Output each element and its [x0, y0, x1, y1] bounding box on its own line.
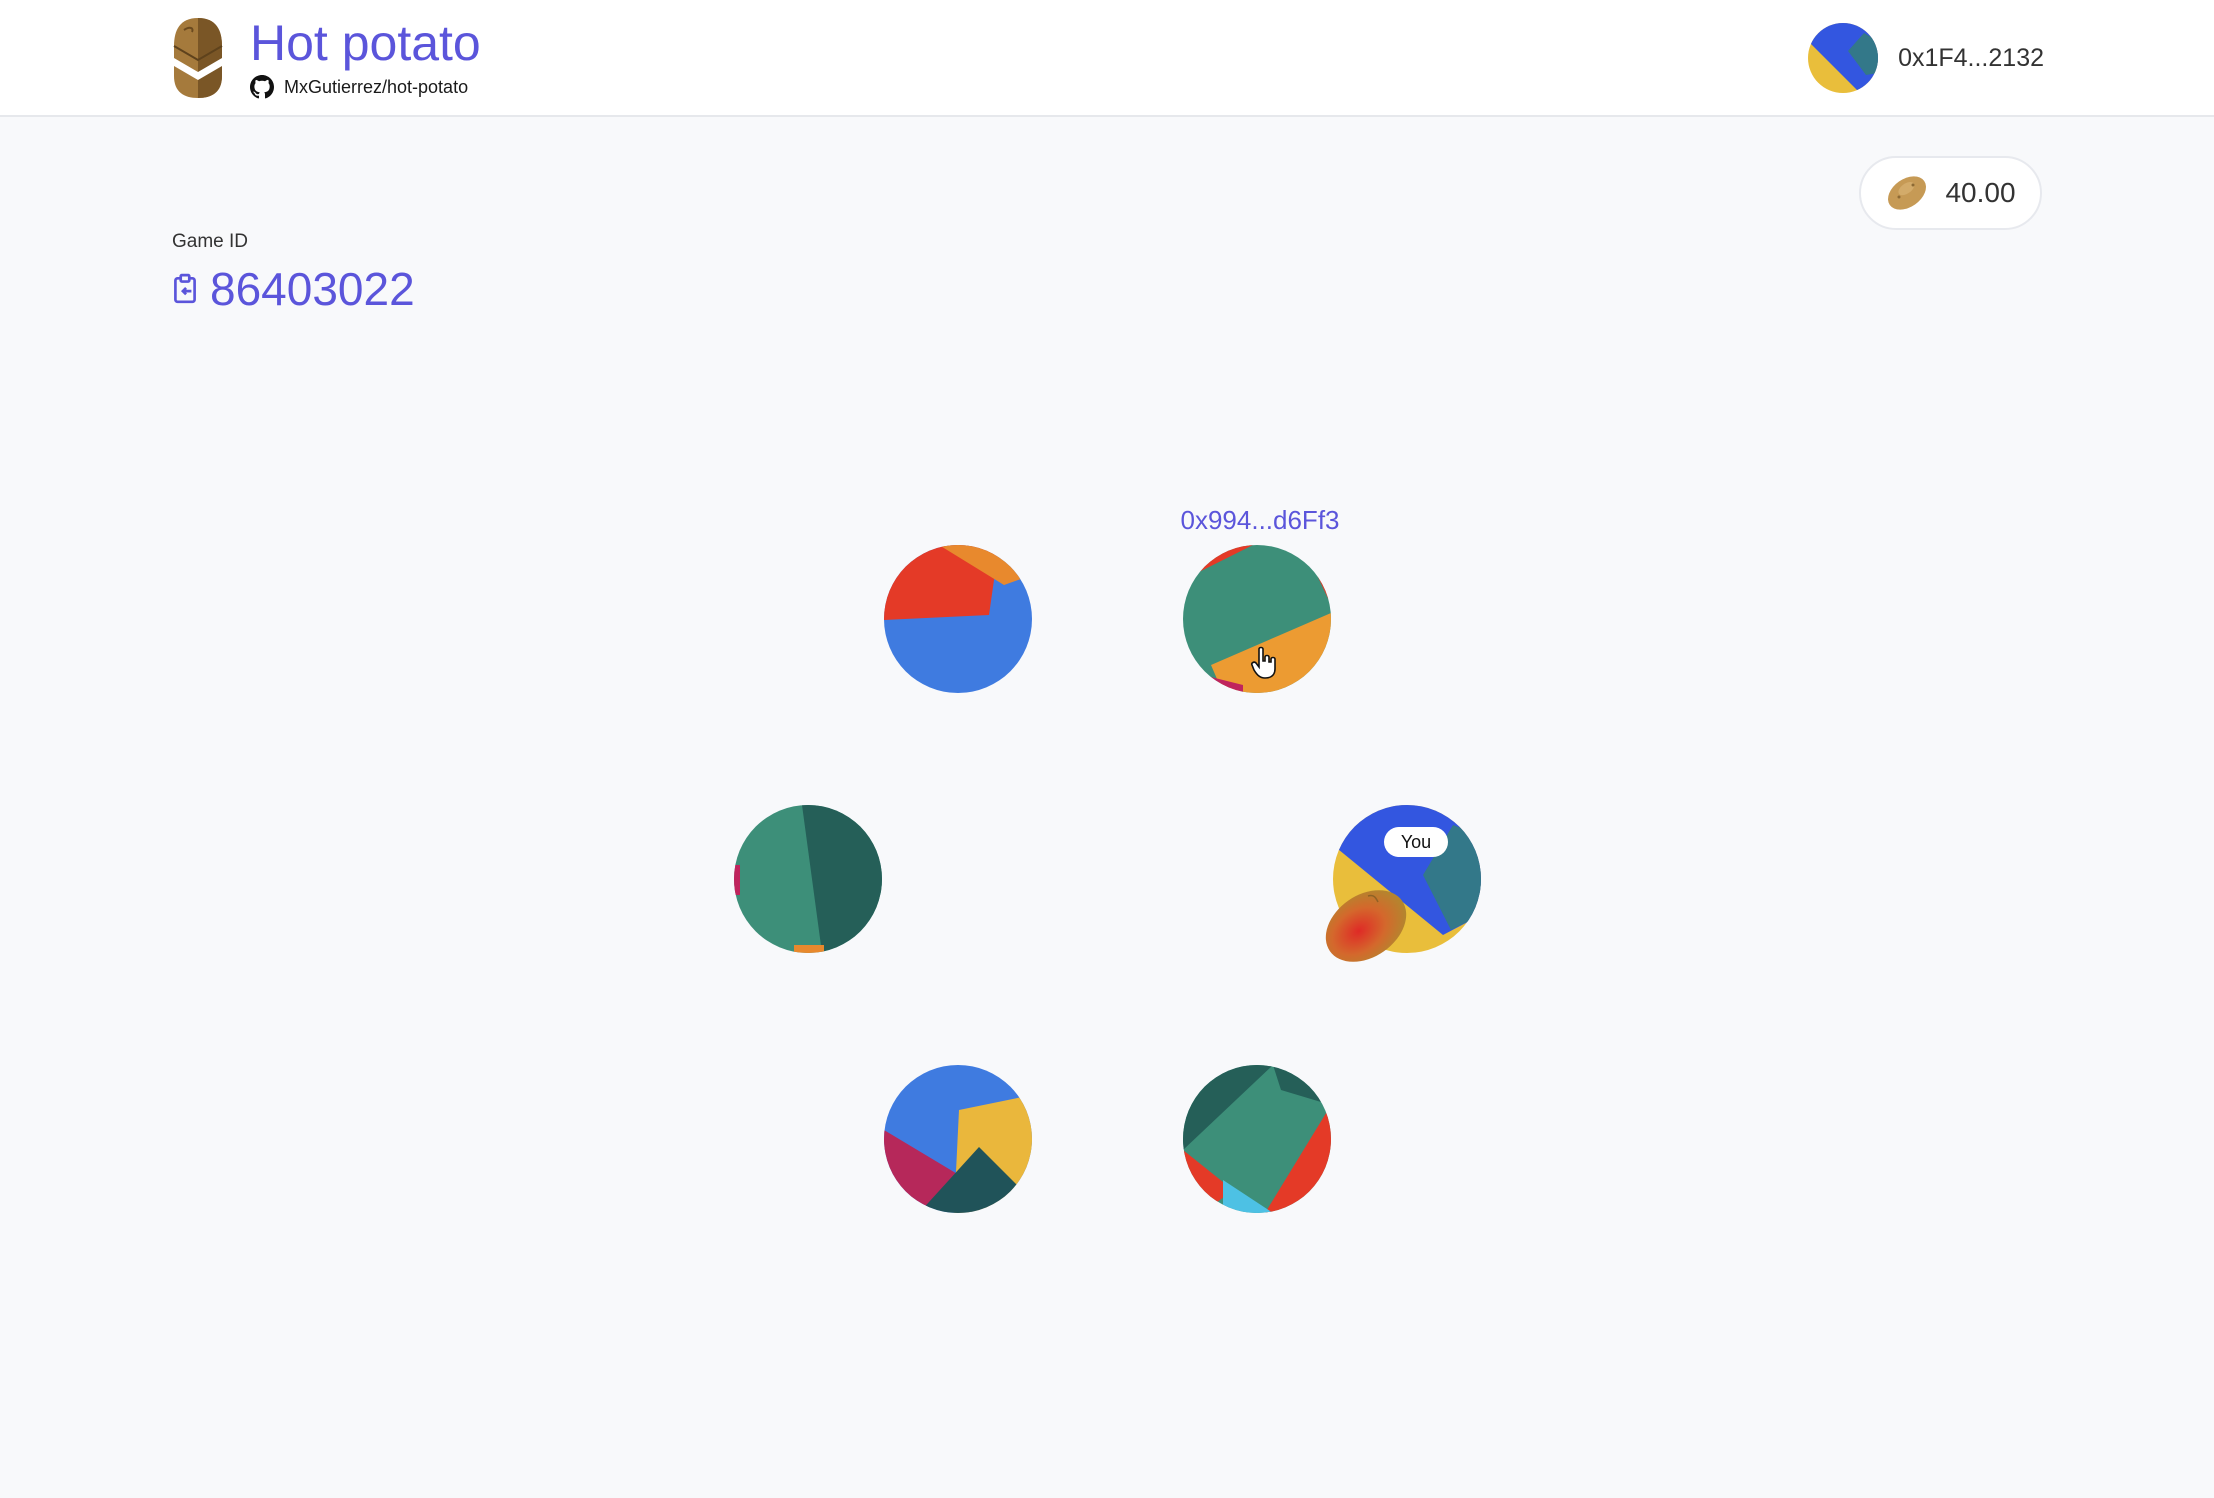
account-button[interactable]: 0x1F4...2132: [1808, 23, 2044, 93]
game-id-value: 86403022: [210, 263, 415, 315]
hand-pointer-cursor-icon: [1251, 646, 1276, 679]
repo-name: MxGutierrez/hot-potato: [284, 76, 469, 97]
balance-pill: 40.00: [1859, 156, 2042, 230]
player-avatar-bottom-left[interactable]: [884, 1065, 1032, 1213]
github-icon: [250, 75, 274, 99]
player-address-label: 0x994...d6Ff3: [1180, 505, 1340, 535]
potato-icon: [1888, 176, 1927, 210]
player-avatar-left[interactable]: [734, 805, 882, 953]
account-address: 0x1F4...2132: [1898, 43, 2044, 72]
clipboard-copy-icon[interactable]: [172, 273, 198, 305]
player-avatar-top-left[interactable]: [884, 545, 1032, 693]
jazzicon-avatar: [1808, 23, 1879, 93]
game-id-row: 86403022: [172, 262, 415, 316]
game-id-label: Game ID: [172, 231, 249, 252]
hot-potato-icon[interactable]: [1318, 878, 1414, 974]
you-badge: You: [1384, 827, 1448, 857]
account-avatar: [1808, 23, 1879, 93]
app-title[interactable]: Hot potato: [250, 12, 481, 74]
potato-logo-icon[interactable]: [170, 16, 226, 100]
balance-value: 40.00: [1945, 177, 2016, 208]
player-avatar-bottom-right[interactable]: [1183, 1065, 1331, 1213]
app-header: Hot potato MxGutierrez/hot-potato 0x1F4.…: [0, 0, 2214, 117]
github-repo-link[interactable]: MxGutierrez/hot-potato: [250, 75, 468, 99]
